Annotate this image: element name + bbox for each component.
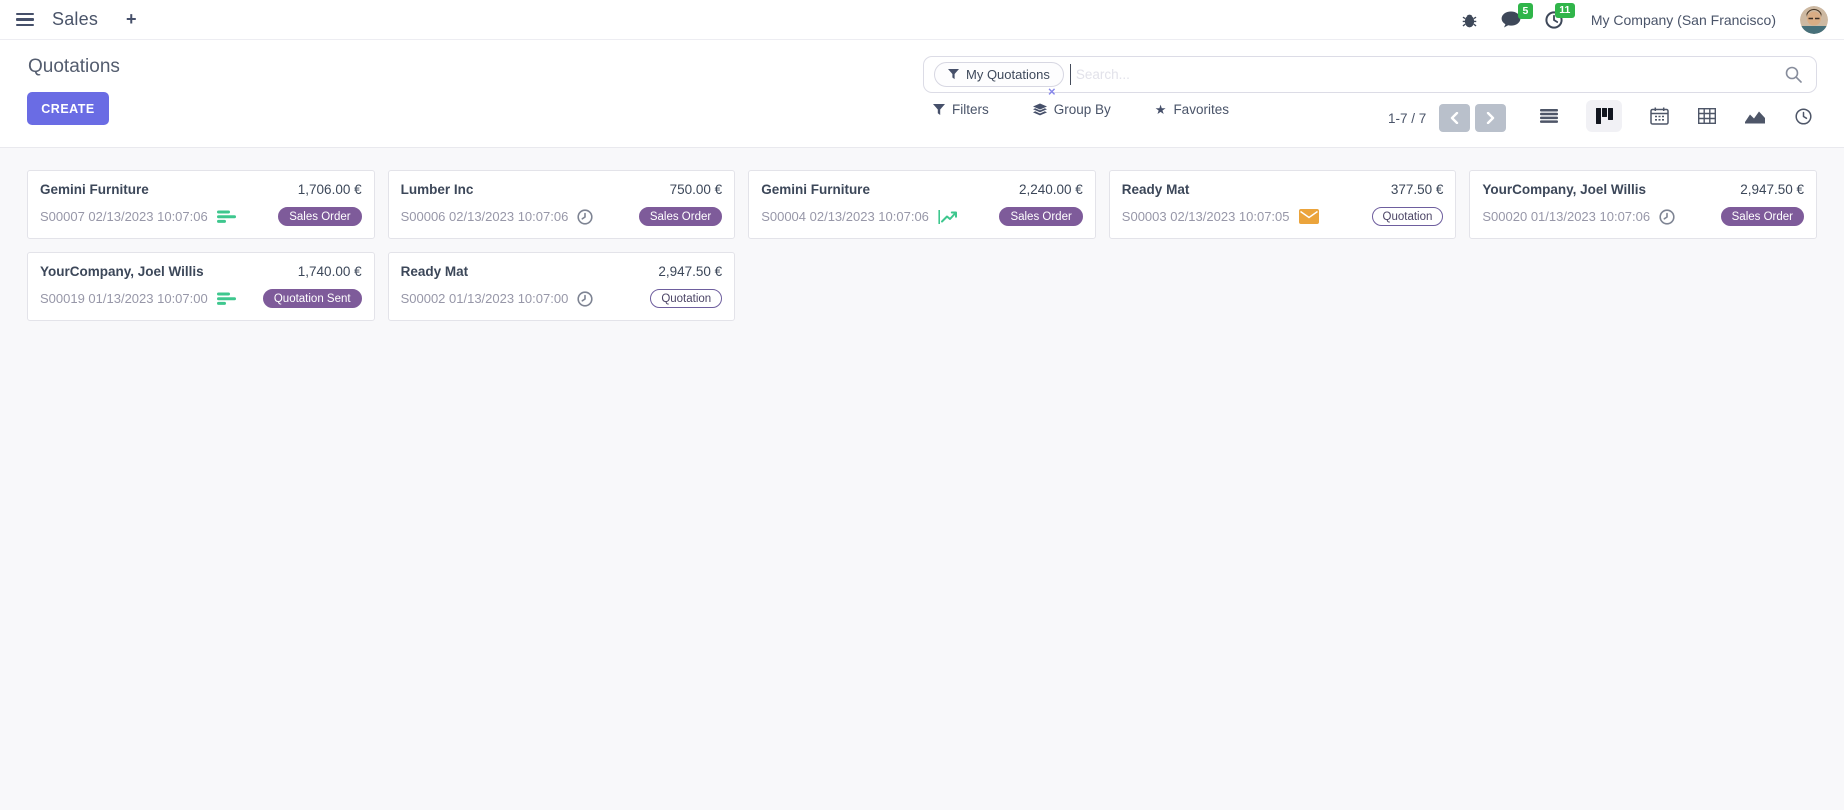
customer-name: Lumber Inc	[401, 182, 474, 197]
search-facet-my-quotations[interactable]: My Quotations	[934, 62, 1064, 87]
order-reference: S00007 02/13/2023 10:07:06	[40, 209, 208, 224]
activities-count-badge: 11	[1555, 3, 1575, 19]
customer-name: YourCompany, Joel Willis	[1482, 182, 1646, 197]
kanban-view-button[interactable]	[1586, 100, 1622, 132]
activity-list-icon[interactable]	[217, 292, 236, 306]
order-reference: S00019 01/13/2023 10:07:00	[40, 291, 208, 306]
filters-button[interactable]: Filters	[933, 102, 989, 117]
page-title: Quotations	[28, 56, 120, 78]
activity-list-icon[interactable]	[217, 210, 236, 224]
amount-total: 1,706.00 €	[298, 182, 362, 197]
view-switcher	[1538, 100, 1814, 132]
new-tab-button[interactable]: +	[126, 9, 137, 30]
pivot-view-button[interactable]	[1696, 100, 1718, 132]
kanban-view: Gemini Furniture 1,706.00 € S00007 02/13…	[0, 148, 1844, 810]
facet-remove-icon[interactable]: ×	[1048, 85, 1056, 98]
kanban-icon	[1596, 108, 1613, 124]
customer-name: Gemini Furniture	[40, 182, 149, 197]
amount-total: 2,240.00 €	[1019, 182, 1083, 197]
activity-clock-icon[interactable]	[577, 291, 593, 307]
group-by-button[interactable]: Group By	[1033, 102, 1111, 117]
pager-range: 1-7 / 7	[1388, 111, 1426, 126]
pager-next-button[interactable]	[1475, 104, 1506, 132]
layers-icon	[1033, 103, 1047, 116]
quotation-card[interactable]: YourCompany, Joel Willis 1,740.00 € S000…	[27, 252, 375, 321]
order-reference: S00004 02/13/2023 10:07:06	[761, 209, 929, 224]
activities-clock-icon[interactable]: 11	[1545, 11, 1563, 29]
pager-previous-button[interactable]	[1439, 104, 1470, 132]
filter-funnel-icon	[948, 69, 959, 80]
status-badge: Quotation	[1372, 207, 1444, 226]
kanban-grid: Gemini Furniture 1,706.00 € S00007 02/13…	[27, 170, 1817, 321]
chevron-right-icon	[1486, 112, 1495, 124]
graph-icon	[1745, 109, 1765, 124]
create-button[interactable]: CREATE	[27, 92, 109, 125]
star-icon: ★	[1155, 103, 1167, 116]
amount-total: 1,740.00 €	[298, 264, 362, 279]
control-panel: Quotations CREATE My Quotations × Filter…	[0, 40, 1844, 148]
status-badge: Sales Order	[1721, 207, 1804, 226]
quotation-card[interactable]: Lumber Inc 750.00 € S00006 02/13/2023 10…	[388, 170, 736, 239]
order-reference: S00003 02/13/2023 10:07:05	[1122, 209, 1290, 224]
text-caret	[1070, 64, 1071, 85]
status-badge: Sales Order	[999, 207, 1082, 226]
user-avatar[interactable]	[1800, 6, 1828, 34]
calendar-view-button[interactable]	[1648, 100, 1670, 132]
filter-funnel-icon	[933, 104, 945, 116]
order-reference: S00020 01/13/2023 10:07:06	[1482, 209, 1650, 224]
status-badge: Sales Order	[639, 207, 722, 226]
debug-bug-icon[interactable]	[1462, 12, 1477, 28]
order-reference: S00002 01/13/2023 10:07:00	[401, 291, 569, 306]
list-icon	[1540, 109, 1558, 123]
top-navbar: Sales + 5 11 My Company (San Francisco)	[0, 0, 1844, 40]
search-input[interactable]	[1076, 67, 1777, 82]
apps-menu-icon[interactable]	[16, 13, 34, 27]
status-badge: Sales Order	[278, 207, 361, 226]
messages-count-badge: 5	[1518, 3, 1533, 19]
chevron-left-icon	[1450, 112, 1459, 124]
pager: 1-7 / 7	[1388, 104, 1506, 132]
envelope-icon[interactable]	[1299, 209, 1319, 224]
customer-name: Ready Mat	[401, 264, 469, 279]
status-badge: Quotation	[650, 289, 722, 308]
quotation-card[interactable]: YourCompany, Joel Willis 2,947.50 € S000…	[1469, 170, 1817, 239]
quotation-card[interactable]: Gemini Furniture 2,240.00 € S00004 02/13…	[748, 170, 1096, 239]
quotation-card[interactable]: Ready Mat 2,947.50 € S00002 01/13/2023 1…	[388, 252, 736, 321]
search-options-row: Filters Group By ★ Favorites	[933, 102, 1229, 117]
activity-clock-icon[interactable]	[1659, 209, 1675, 225]
search-bar[interactable]: My Quotations ×	[923, 56, 1817, 93]
quotation-card[interactable]: Gemini Furniture 1,706.00 € S00007 02/13…	[27, 170, 375, 239]
amount-total: 377.50 €	[1391, 182, 1444, 197]
graph-view-button[interactable]	[1744, 100, 1766, 132]
trend-up-icon[interactable]	[938, 209, 958, 225]
facet-label: My Quotations	[966, 67, 1050, 82]
status-badge: Quotation Sent	[263, 289, 362, 308]
activity-clock-icon	[1795, 108, 1812, 125]
customer-name: Ready Mat	[1122, 182, 1190, 197]
favorites-button[interactable]: ★ Favorites	[1155, 102, 1229, 117]
company-switcher[interactable]: My Company (San Francisco)	[1591, 12, 1776, 28]
list-view-button[interactable]	[1538, 100, 1560, 132]
pivot-icon	[1698, 108, 1716, 124]
customer-name: YourCompany, Joel Willis	[40, 264, 204, 279]
order-reference: S00006 02/13/2023 10:07:06	[401, 209, 569, 224]
customer-name: Gemini Furniture	[761, 182, 870, 197]
activity-view-button[interactable]	[1792, 100, 1814, 132]
app-name[interactable]: Sales	[52, 9, 98, 30]
amount-total: 2,947.50 €	[1740, 182, 1804, 197]
quotation-card[interactable]: Ready Mat 377.50 € S00003 02/13/2023 10:…	[1109, 170, 1457, 239]
messages-icon[interactable]: 5	[1501, 11, 1521, 28]
activity-clock-icon[interactable]	[577, 209, 593, 225]
amount-total: 750.00 €	[670, 182, 723, 197]
amount-total: 2,947.50 €	[658, 264, 722, 279]
calendar-icon	[1650, 107, 1669, 125]
search-icon[interactable]	[1785, 66, 1802, 83]
